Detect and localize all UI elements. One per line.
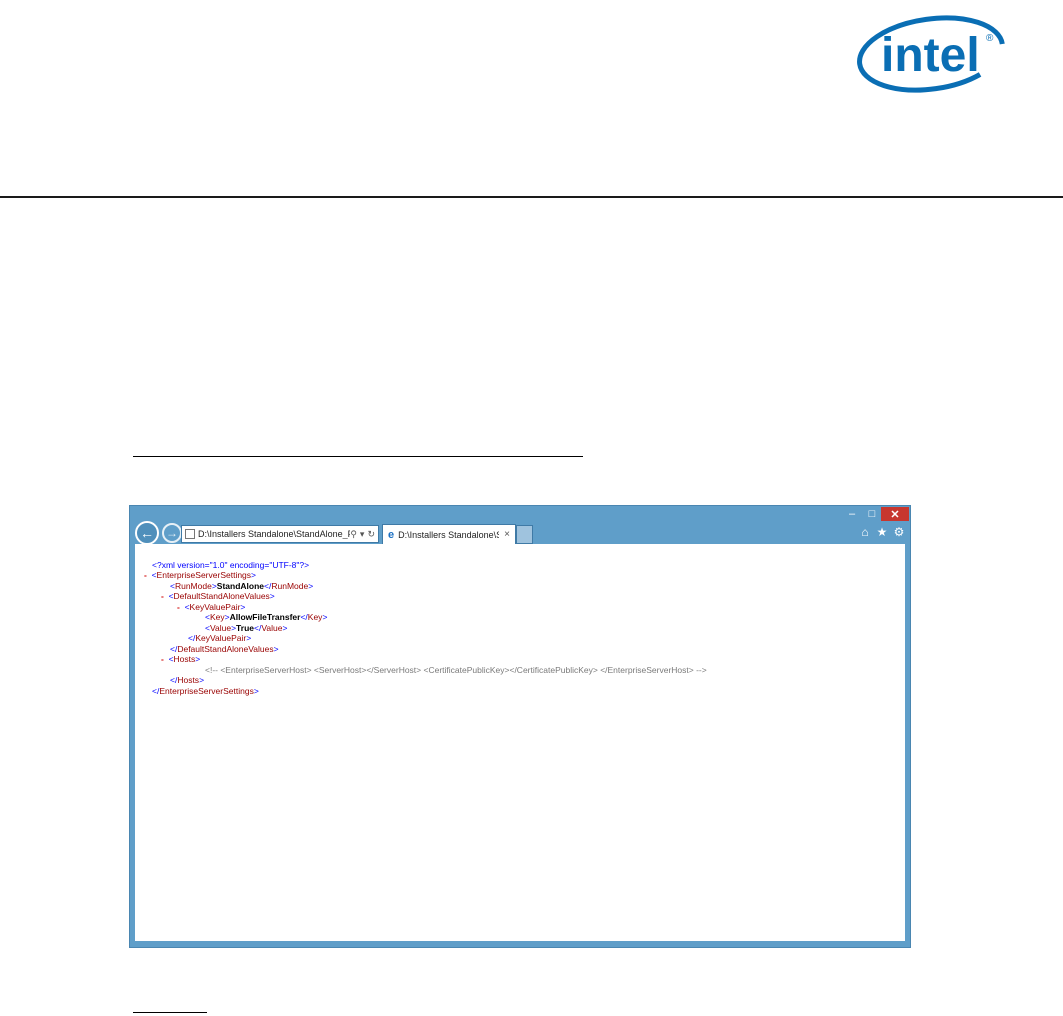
search-icon[interactable]: ⚲ <box>350 529 357 540</box>
collapse-toggle[interactable]: - <box>177 602 180 612</box>
xml-kvp-close: </KeyValuePair> <box>188 633 252 643</box>
gear-icon[interactable]: ⚙ <box>892 525 906 539</box>
browser-tab[interactable]: e D:\Installers Standalone\Sta... × <box>382 524 516 544</box>
collapse-toggle[interactable]: - <box>161 654 164 664</box>
address-bar[interactable]: D:\Installers Standalone\StandAlone_PV\H… <box>181 525 379 543</box>
page-icon <box>185 529 195 539</box>
xml-comment: <!-- <EnterpriseServerHost> <ServerHost>… <box>205 665 707 675</box>
xml-defaults-close: </DefaultStandAloneValues> <box>170 644 279 654</box>
minimize-button[interactable]: ‒ <box>844 507 860 521</box>
collapse-toggle[interactable]: - <box>161 591 164 601</box>
xml-root-open: - <EnterpriseServerSettings> <box>144 570 257 580</box>
heading-underline <box>133 456 583 457</box>
header-divider <box>0 196 1063 198</box>
home-icon[interactable]: ⌂ <box>858 525 872 539</box>
back-arrow-icon[interactable]: ← <box>135 521 159 545</box>
internet-explorer-icon: e <box>388 528 395 541</box>
star-icon[interactable]: ★ <box>875 525 889 539</box>
xml-hosts-open: - <Hosts> <box>161 654 201 664</box>
browser-titlebar: ‒ □ ✕ ← → D:\Installers Standalone\Stand… <box>130 506 910 545</box>
xml-runmode: <RunMode>StandAlone</RunMode> <box>170 581 314 591</box>
tab-title: D:\Installers Standalone\Sta... <box>398 529 499 540</box>
new-tab-button[interactable] <box>516 525 533 544</box>
xml-root-close: </EnterpriseServerSettings> <box>152 686 259 696</box>
footer-underline <box>133 1012 207 1013</box>
intel-logo: intel ® <box>855 14 1007 94</box>
xml-viewer: <?xml version="1.0" encoding="UTF-8"?> -… <box>135 544 905 941</box>
xml-kvp-open: - <KeyValuePair> <box>177 602 246 612</box>
xml-value: <Value>True</Value> <box>205 623 288 633</box>
xml-declaration: <?xml version="1.0" encoding="UTF-8"?> <box>152 560 310 570</box>
maximize-button[interactable]: □ <box>864 507 880 521</box>
address-text: D:\Installers Standalone\StandAlone_PV\H… <box>198 529 350 539</box>
registered-mark: ® <box>986 33 994 44</box>
forward-arrow-icon[interactable]: → <box>162 523 182 543</box>
collapse-toggle[interactable]: - <box>144 570 147 580</box>
logo-wordmark: intel <box>881 29 980 82</box>
browser-window: ‒ □ ✕ ← → D:\Installers Standalone\Stand… <box>129 505 911 948</box>
dropdown-icon[interactable]: ▾ <box>360 529 365 540</box>
tab-close-icon[interactable]: × <box>504 529 510 540</box>
close-button[interactable]: ✕ <box>881 507 909 521</box>
refresh-icon[interactable]: ↻ <box>367 529 375 540</box>
xml-key: <Key>AllowFileTransfer</Key> <box>205 612 328 622</box>
xml-defaults-open: - <DefaultStandAloneValues> <box>161 591 275 601</box>
xml-hosts-close: </Hosts> <box>170 675 205 685</box>
